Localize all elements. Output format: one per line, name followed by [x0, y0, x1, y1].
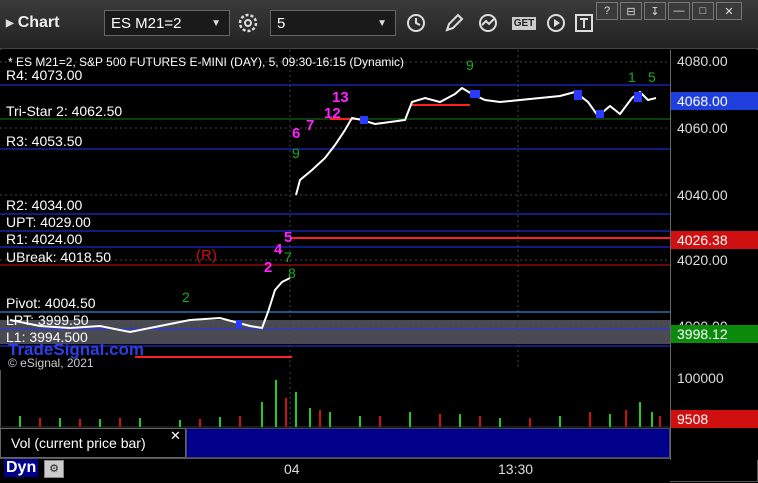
time-axis[interactable]: 04 13:30 [0, 458, 670, 483]
interval-value: 5 [277, 15, 286, 32]
dyn-label: Dyn [6, 459, 37, 476]
r-marker: (R) [196, 247, 217, 264]
study-icon[interactable] [474, 10, 502, 36]
level-label-r2: R2: 4034.00 [6, 197, 83, 213]
dropdown-arrow-icon: ▶ [6, 17, 14, 29]
volume-label-text: Vol (current price bar) [11, 435, 146, 451]
vol-ytick: 100000 [677, 370, 724, 386]
count-12: 12 [324, 105, 341, 122]
chevron-down-icon[interactable]: ▼ [377, 11, 387, 37]
price-tag-last: 4068.00 [671, 92, 758, 110]
count-2: 2 [264, 259, 272, 276]
green-count-9: 9 [292, 145, 300, 161]
price-tag-red: 4026.38 [671, 231, 758, 249]
clock-icon[interactable] [402, 10, 430, 36]
count-6: 6 [292, 125, 300, 142]
count-5: 5 [284, 229, 292, 246]
ytick-4040: 4040.00 [677, 187, 728, 203]
app-menu[interactable]: ▶ Chart [6, 14, 59, 32]
green-count-2: 2 [182, 289, 190, 305]
help-icon[interactable]: ? [596, 2, 618, 20]
xtick-04: 04 [284, 461, 300, 477]
level-label-pivot: Pivot: 4004.50 [6, 295, 96, 311]
symbol-value: ES M21=2 [111, 15, 182, 32]
text-tool-icon[interactable] [570, 10, 598, 36]
close-study-icon[interactable]: ✕ [170, 428, 181, 444]
level-label-r1: R1: 4024.00 [6, 231, 83, 247]
green-count-7: 7 [284, 249, 292, 265]
price-axis[interactable]: 4080.00 4060.00 4040.00 4020.00 4000.00 … [670, 50, 758, 460]
level-label-ubreak: UBreak: 4018.50 [6, 249, 112, 265]
chevron-down-icon[interactable]: ▼ [211, 11, 221, 37]
toolbar: ▶ Chart ES M21=2 ▼ 5 ▼ GET ? ⊟ ↧ — □ ✕ [0, 0, 758, 49]
app-title: Chart [17, 14, 60, 31]
price-chart-area[interactable]: (R) 6 7 12 13 2 4 5 9 2 7 8 1 5 6 9 [0, 50, 670, 370]
level-label-upt: UPT: 4029.00 [6, 214, 91, 230]
count-4: 4 [274, 241, 283, 258]
ytick-4080: 4080.00 [677, 53, 728, 69]
lock-icon[interactable]: ⚙ [44, 460, 64, 478]
maximize-icon[interactable]: □ [692, 2, 714, 20]
copyright: © eSignal, 2021 [8, 356, 94, 370]
count-13: 13 [332, 89, 349, 106]
volume-pane[interactable] [0, 372, 670, 428]
get-data-button[interactable]: GET [508, 10, 540, 36]
dynamic-button[interactable]: Dyn [4, 459, 39, 477]
pencil-icon[interactable] [440, 10, 468, 36]
price-tag-green: 3998.12 [671, 325, 758, 343]
green-count-1: 1 [628, 69, 636, 85]
symbol-field[interactable]: ES M21=2 ▼ [104, 10, 230, 36]
get-label: GET [511, 16, 537, 30]
level-label-r4: R4: 4073.00 [6, 67, 83, 83]
ytick-4060: 4060.00 [677, 120, 728, 136]
price-candles [9, 86, 657, 334]
interval-field[interactable]: 5 ▼ [270, 10, 396, 36]
volume-study-label[interactable]: Vol (current price bar) [0, 428, 186, 458]
count-7: 7 [306, 117, 314, 134]
level-label-lpt: LPT: 3999.50 [6, 312, 89, 328]
minimize-icon[interactable]: — [668, 2, 690, 20]
xtick-1330: 13:30 [498, 461, 534, 477]
volume-bars [0, 372, 670, 428]
vol-tag: 9508 [671, 410, 758, 428]
level-label-r3: R3: 4053.50 [6, 133, 83, 149]
play-icon[interactable] [542, 10, 570, 36]
price-chart-svg: (R) 6 7 12 13 2 4 5 9 2 7 8 1 5 6 9 [0, 50, 670, 370]
ytick-4020: 4020.00 [677, 252, 728, 268]
green-count-8: 8 [288, 265, 296, 281]
pin-icon[interactable]: ↧ [644, 2, 666, 20]
green-count-9b: 9 [466, 57, 474, 73]
volume-info-bar [186, 428, 670, 458]
close-icon[interactable]: ✕ [716, 2, 742, 20]
level-label-tristar: Tri-Star 2: 4062.50 [6, 103, 123, 119]
settings-gear-icon[interactable] [234, 10, 262, 36]
link-icon[interactable]: ⊟ [620, 2, 642, 20]
